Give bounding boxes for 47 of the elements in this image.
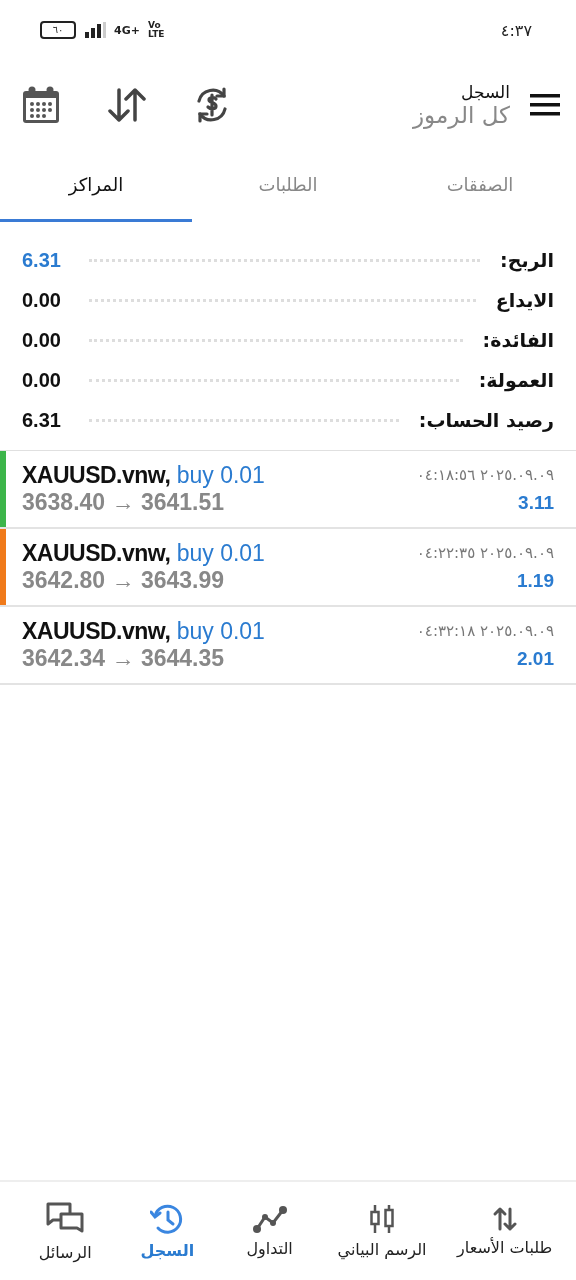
summary-value: 0.00 [22,288,61,312]
order-info: buy 0.01 [176,540,265,566]
network-label: 4G+ [114,23,140,37]
summary-label: رصيد الحساب: [418,409,554,431]
symbol: XAUUSD.vnw, [22,618,171,644]
signal-icon [84,22,106,38]
profit-value: 2.01 [517,647,554,671]
profit-value: 1.19 [517,569,554,593]
battery-icon: ٦٠ [40,21,76,39]
sort-icon [491,1205,518,1232]
position-time: ٢٠٢٥.٠٩.٠٩ ٠٤:٣٢:١٨ [416,621,554,642]
summary-label: الربح: [500,249,554,271]
summary-label: الايداع [495,289,554,311]
tab[interactable]: الصفقات [384,150,576,222]
screen-title: السجل [461,82,510,102]
nav-item[interactable]: السجل [116,1182,219,1280]
sort-icon[interactable] [108,88,146,122]
nav-item[interactable]: الرسم البياني [320,1182,444,1280]
menu-icon[interactable] [530,94,560,116]
price-range: 3642.34 → 3644.35 [22,645,226,672]
symbol: XAUUSD.vnw, [22,540,171,566]
summary-value: 0.00 [22,368,61,392]
summary-value: 6.31 [22,408,61,432]
summary-label: الفائدة: [482,329,554,351]
history-icon [150,1202,185,1235]
nav-item[interactable]: التداول [218,1182,321,1280]
price-range: 3638.40 → 3641.51 [22,489,226,516]
order-info: buy 0.01 [176,462,265,488]
symbol-filter[interactable]: كل الرموز [412,102,510,128]
summary-value: 6.31 [22,248,61,272]
summary-value: 0.00 [22,328,61,352]
line-chart-icon [252,1204,287,1233]
summary-label: العمولة: [478,369,554,391]
volte-label: Vo LTE [147,21,165,39]
order-info: buy 0.01 [176,618,265,644]
nav-item[interactable]: طلبات الأسعار [443,1182,566,1280]
calendar-icon[interactable] [22,86,60,124]
position-time: ٢٠٢٥.٠٩.٠٩ ٠٤:٢٢:٣٥ [416,543,554,564]
position-time: ٢٠٢٥.٠٩.٠٩ ٠٤:١٨:٥٦ [416,465,554,486]
clock: ٤:٣٧ [500,20,532,40]
tab[interactable]: المراكز [0,150,192,222]
nav-item[interactable]: الرسائل [14,1182,117,1280]
profit-value: 3.11 [518,491,554,515]
candlestick-icon [368,1203,396,1234]
symbol: XAUUSD.vnw, [22,462,171,488]
price-range: 3642.80 → 3643.99 [22,567,226,594]
tab[interactable]: الطلبات [192,150,384,222]
